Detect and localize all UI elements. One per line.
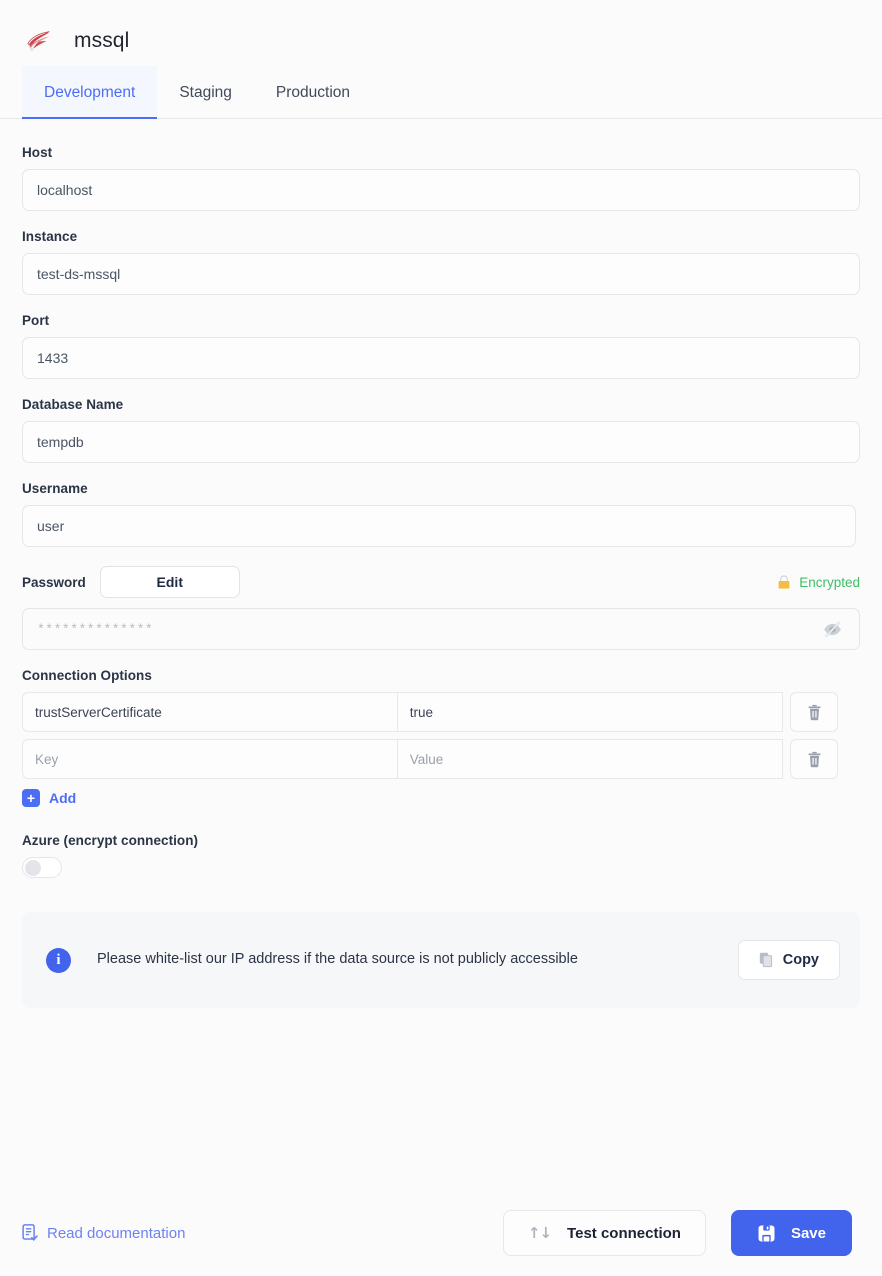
trash-icon [808, 704, 821, 720]
option-value-input[interactable]: true [396, 692, 784, 732]
option-delete-button[interactable] [790, 739, 838, 779]
footer-actions: ↑↓ Test connection Save [502, 1210, 852, 1256]
option-delete-button[interactable] [790, 692, 838, 732]
tab-development[interactable]: Development [22, 66, 158, 119]
document-check-icon [22, 1224, 38, 1241]
connection-option-row: trustServerCertificate true [22, 692, 838, 732]
password-label: Password [22, 574, 86, 590]
database-name-input[interactable]: tempdb [22, 421, 860, 463]
password-edit-button[interactable]: Edit [99, 566, 240, 598]
save-disk-icon [758, 1225, 775, 1241]
toggle-knob [25, 859, 41, 876]
field-connection-options: Connection Options trustServerCertificat… [22, 668, 860, 807]
sort-arrows-icon: ↑↓ [527, 1224, 552, 1242]
database-name-label: Database Name [22, 397, 124, 412]
field-database-name: Database Name tempdb [22, 397, 860, 463]
copy-label: Copy [782, 952, 819, 968]
copy-icon [759, 952, 772, 968]
username-input[interactable]: user [22, 505, 856, 547]
password-masked-value: ************** [37, 621, 154, 637]
instance-label: Instance [22, 229, 78, 244]
trash-icon [808, 751, 821, 767]
field-username: Username user [22, 481, 860, 547]
host-input[interactable]: localhost [22, 169, 860, 211]
banner-message: Please white-list our IP address if the … [97, 951, 578, 968]
ip-whitelist-banner: i Please white-list our IP address if th… [22, 912, 860, 1008]
page-header: mssql [0, 0, 882, 66]
username-label: Username [22, 481, 88, 496]
option-key-input[interactable]: Key [22, 739, 397, 779]
instance-input[interactable]: test-ds-mssql [22, 253, 860, 295]
tab-production[interactable]: Production [254, 66, 372, 119]
field-port: Port 1433 [22, 313, 860, 379]
host-label: Host [22, 145, 53, 160]
info-circle-icon: i [46, 947, 71, 973]
azure-toggle[interactable] [22, 857, 62, 878]
password-input-wrap[interactable]: ************** [22, 608, 860, 650]
lock-icon [778, 574, 790, 589]
field-host: Host localhost [22, 145, 860, 211]
connection-options-label: Connection Options [22, 668, 152, 683]
copy-ip-button[interactable]: Copy [737, 940, 840, 980]
connection-option-row: Key Value [22, 739, 838, 779]
datasource-config-page: mssql Development Staging Production Hos… [0, 0, 882, 1276]
environment-tabs: Development Staging Production [0, 66, 882, 119]
encrypted-label: Encrypted [799, 574, 860, 590]
eye-off-icon[interactable] [818, 615, 847, 644]
option-value-input[interactable]: Value [396, 739, 784, 779]
tab-staging[interactable]: Staging [157, 66, 254, 119]
option-key-input[interactable]: trustServerCertificate [22, 692, 397, 732]
encrypted-status-badge: Encrypted [777, 575, 860, 590]
field-instance: Instance test-ds-mssql [22, 229, 860, 295]
azure-label: Azure (encrypt connection) [22, 833, 199, 848]
add-option-button[interactable]: + Add [22, 789, 106, 807]
page-footer: Read documentation ↑↓ Test connection Sa… [0, 1190, 882, 1276]
field-password: Password Edit Encrypted ************** [22, 565, 860, 650]
port-input[interactable]: 1433 [22, 337, 860, 379]
field-azure-encrypt: Azure (encrypt connection) [22, 833, 860, 878]
save-button[interactable]: Save [730, 1210, 852, 1256]
page-title: mssql [74, 29, 130, 52]
add-option-label: Add [49, 790, 77, 806]
test-connection-label: Test connection [567, 1224, 681, 1242]
test-connection-button[interactable]: ↑↓ Test connection [502, 1210, 706, 1256]
password-header-row: Password Edit Encrypted [22, 565, 860, 599]
port-label: Port [22, 313, 50, 328]
read-documentation-label: Read documentation [47, 1224, 186, 1242]
save-label: Save [790, 1224, 826, 1242]
plus-square-icon: + [22, 789, 40, 807]
connection-form: Host localhost Instance test-ds-mssql Po… [0, 119, 882, 878]
read-documentation-link[interactable]: Read documentation [22, 1224, 185, 1242]
mssql-logo-icon [22, 24, 56, 58]
